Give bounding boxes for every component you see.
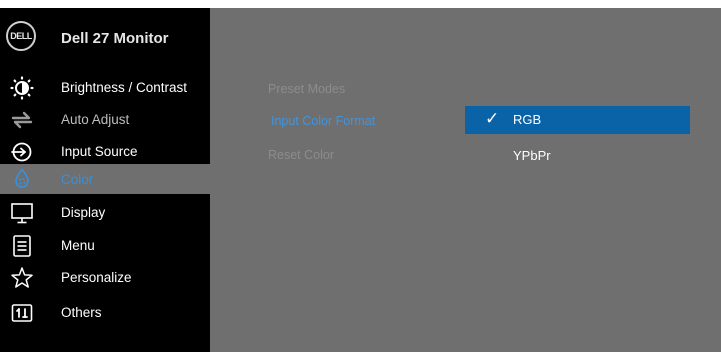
input-source-icon [11, 142, 32, 162]
sidebar-item-auto-adjust[interactable]: Auto Adjust [0, 104, 210, 136]
sidebar-item-label: Color [61, 172, 94, 187]
menu-icon [13, 235, 31, 257]
color-palette-icon [15, 168, 29, 188]
option-ypbpr[interactable]: YPbPr [465, 142, 690, 170]
check-icon: ✓ [485, 109, 500, 128]
option-label: YPbPr [513, 148, 551, 163]
sidebar: DELL Dell 27 Monitor Brightness / Contra… [0, 8, 210, 352]
dell-logo: DELL [6, 21, 36, 51]
content-panel [210, 8, 721, 352]
sidebar-item-label: Display [61, 205, 106, 220]
sidebar-item-personalize[interactable]: Personalize [0, 262, 210, 294]
sidebar-item-menu[interactable]: Menu [0, 230, 210, 262]
auto-adjust-icon [11, 111, 33, 129]
sidebar-item-label: Menu [61, 238, 95, 253]
sidebar-item-brightness-contrast[interactable]: Brightness / Contrast [0, 72, 210, 104]
display-icon [11, 203, 33, 224]
sidebar-item-others[interactable]: Others [0, 297, 210, 329]
monitor-title: Dell 27 Monitor [61, 30, 169, 47]
brightness-icon [10, 76, 34, 100]
option-label: RGB [513, 112, 542, 127]
sidebar-item-color[interactable]: Color [0, 164, 210, 194]
submenu-item-reset-color[interactable]: Reset Color [268, 148, 334, 162]
sidebar-item-label: Others [61, 305, 102, 320]
sidebar-item-label: Auto Adjust [61, 112, 130, 127]
option-rgb[interactable]: ✓ RGB [465, 106, 690, 134]
sidebar-item-display[interactable]: Display [0, 197, 210, 229]
sidebar-item-label: Personalize [61, 270, 132, 285]
sidebar-item-label: Input Source [61, 144, 138, 159]
monitor-osd: DELL Dell 27 Monitor Brightness / Contra… [0, 8, 721, 352]
submenu-item-input-color-format[interactable]: Input Color Format [271, 114, 375, 128]
others-icon [11, 304, 33, 322]
submenu-item-preset-modes[interactable]: Preset Modes [268, 82, 345, 96]
star-icon [11, 267, 33, 288]
sidebar-item-label: Brightness / Contrast [61, 80, 188, 95]
